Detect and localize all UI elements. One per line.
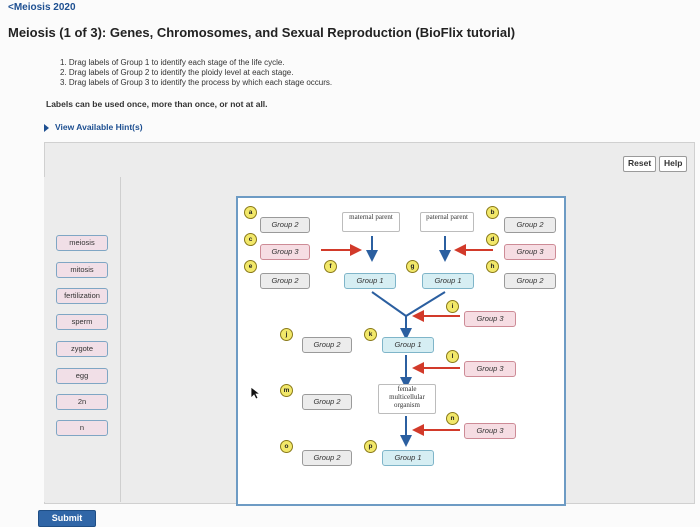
badge-a: a <box>244 206 257 219</box>
expand-triangle-icon <box>44 123 49 132</box>
badge-o: o <box>280 440 293 453</box>
drop-target-n[interactable]: Group 3 <box>464 423 516 439</box>
label-zygote[interactable]: zygote <box>56 341 108 357</box>
badge-n: n <box>446 412 459 425</box>
reset-button[interactable]: Reset <box>623 156 657 172</box>
label-mitosis[interactable]: mitosis <box>56 262 108 278</box>
label-egg[interactable]: egg <box>56 368 108 384</box>
instruction-item: 2. Drag labels of Group 2 to identify th… <box>60 68 294 77</box>
drop-target-o[interactable]: Group 2 <box>302 450 352 466</box>
badge-p: p <box>364 440 377 453</box>
drop-target-i[interactable]: Group 3 <box>464 311 516 327</box>
instruction-item: 3. Drag labels of Group 3 to identify th… <box>60 78 333 87</box>
badge-j: j <box>280 328 293 341</box>
drop-target-k[interactable]: Group 1 <box>382 337 434 353</box>
drop-target-b[interactable]: Group 2 <box>504 217 556 233</box>
page-title: Meiosis (1 of 3): Genes, Chromosomes, an… <box>8 25 516 40</box>
drop-target-l[interactable]: Group 3 <box>464 361 516 377</box>
drop-target-d[interactable]: Group 3 <box>504 244 556 260</box>
drop-target-a[interactable]: Group 2 <box>260 217 310 233</box>
badge-i: i <box>446 300 459 313</box>
instruction-item: 1. Drag labels of Group 1 to identify ea… <box>60 58 285 67</box>
drop-target-p[interactable]: Group 1 <box>382 450 434 466</box>
drop-target-e[interactable]: Group 2 <box>260 273 310 289</box>
female-organism-node: female multicellular organism <box>378 384 436 414</box>
label-2n[interactable]: 2n <box>56 394 108 410</box>
label-meiosis[interactable]: meiosis <box>56 235 108 251</box>
drop-target-f[interactable]: Group 1 <box>344 273 396 289</box>
label-sperm[interactable]: sperm <box>56 314 108 330</box>
life-cycle-diagram: maternal parent paternal parent female m… <box>236 196 566 506</box>
badge-e: e <box>244 260 257 273</box>
view-hints-label: View Available Hint(s) <box>55 122 143 132</box>
badge-d: d <box>486 233 499 246</box>
labels-usage-note: Labels can be used once, more than once,… <box>46 99 268 109</box>
maternal-parent-node: maternal parent <box>342 212 400 232</box>
drop-target-c[interactable]: Group 3 <box>260 244 310 260</box>
badge-c: c <box>244 233 257 246</box>
drop-target-j[interactable]: Group 2 <box>302 337 352 353</box>
submit-button[interactable]: Submit <box>38 510 96 527</box>
convergence-lines <box>371 291 446 318</box>
badge-g: g <box>406 260 419 273</box>
label-fertilization[interactable]: fertilization <box>56 288 108 304</box>
badge-f: f <box>324 260 337 273</box>
badge-k: k <box>364 328 377 341</box>
badge-b: b <box>486 206 499 219</box>
drop-target-m[interactable]: Group 2 <box>302 394 352 410</box>
paternal-parent-node: paternal parent <box>420 212 474 232</box>
mouse-cursor-icon <box>250 386 260 400</box>
badge-l: l <box>446 350 459 363</box>
badge-m: m <box>280 384 293 397</box>
instructions-list: 1. Drag labels of Group 1 to identify ea… <box>60 58 332 88</box>
label-bank: meiosis mitosis fertilization sperm zygo… <box>44 177 121 502</box>
help-button[interactable]: Help <box>659 156 688 172</box>
drop-target-h[interactable]: Group 2 <box>504 273 556 289</box>
back-link[interactable]: <Meiosis 2020 <box>8 2 76 13</box>
badge-h: h <box>486 260 499 273</box>
drop-target-g[interactable]: Group 1 <box>422 273 474 289</box>
view-hints-link[interactable]: View Available Hint(s) <box>44 122 143 132</box>
label-n[interactable]: n <box>56 420 108 436</box>
